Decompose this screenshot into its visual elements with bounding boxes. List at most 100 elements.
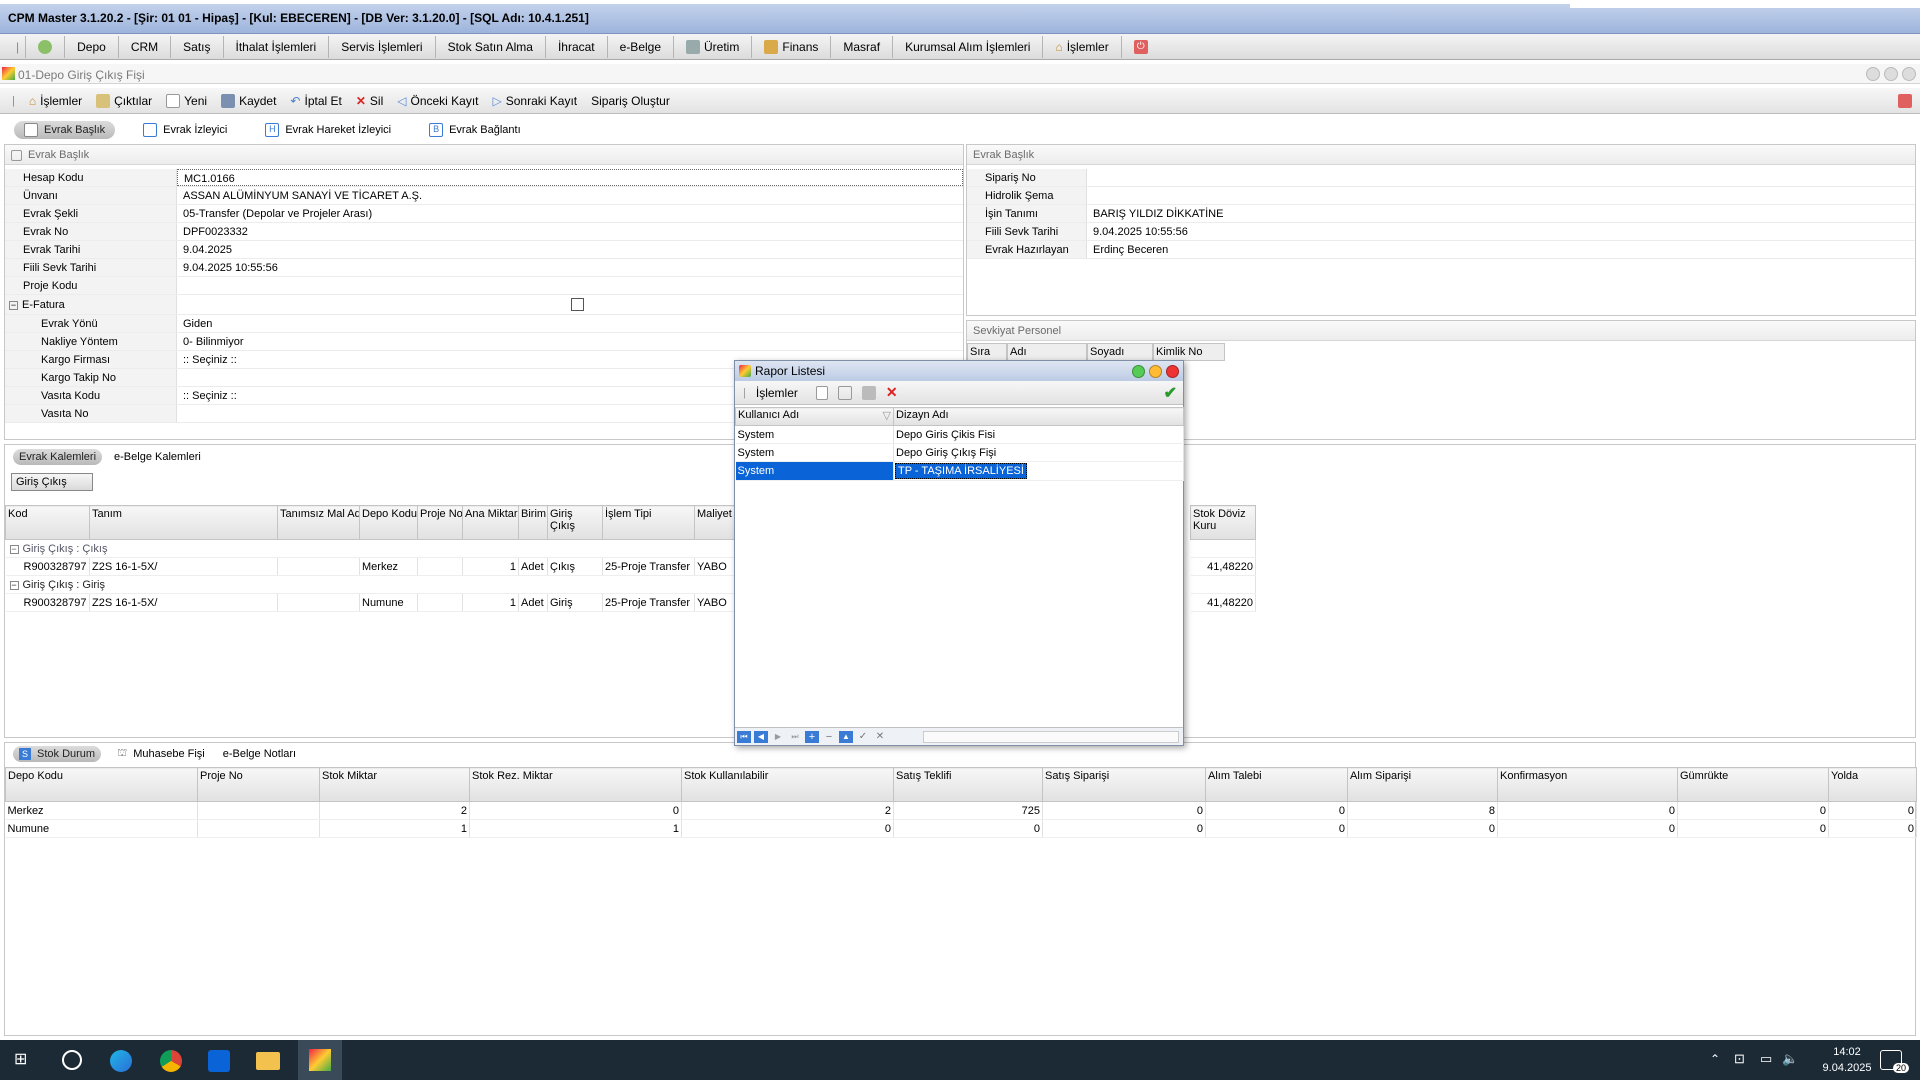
- cell[interactable]: 0: [681, 819, 894, 838]
- cell[interactable]: [277, 593, 360, 612]
- maximize-icon[interactable]: [1884, 67, 1898, 81]
- prop-value[interactable]: [177, 277, 963, 294]
- cell[interactable]: [197, 801, 320, 820]
- cell[interactable]: Merkez: [5, 801, 198, 820]
- cell[interactable]: Numune: [359, 593, 418, 612]
- cancel-record-icon[interactable]: ✕: [873, 731, 887, 743]
- col-konfirmasyon[interactable]: Konfirmasyon: [1497, 767, 1678, 802]
- cell[interactable]: 41,48220: [1190, 557, 1256, 576]
- col-alim-talebi[interactable]: Alım Talebi: [1205, 767, 1348, 802]
- col-stok-kullanilabilir[interactable]: Stok Kullanılabilir: [681, 767, 894, 802]
- outlook-icon[interactable]: [208, 1050, 230, 1072]
- cell[interactable]: [417, 557, 463, 576]
- preview-icon[interactable]: [837, 385, 852, 400]
- col-maliyet[interactable]: Maliyet: [694, 505, 737, 540]
- menu-ihracat[interactable]: İhracat: [546, 35, 608, 58]
- col-tanimsiz[interactable]: Tanımsız Mal Adı: [277, 505, 360, 540]
- menu-uretim[interactable]: Üretim: [674, 35, 753, 58]
- tab-evrak-hareket[interactable]: H Evrak Hareket İzleyici: [255, 121, 401, 139]
- cell-selected-edit[interactable]: TP - TAŞIMA İRSALİYESİ: [895, 463, 1027, 479]
- cell[interactable]: 0: [1828, 801, 1917, 820]
- report-row-selected[interactable]: System TP - TAŞIMA İRSALİYESİ: [735, 461, 1184, 481]
- tab-muhasebe-fisi[interactable]: ⛫ Muhasebe Fişi: [115, 745, 207, 763]
- prop-value[interactable]: 05-Transfer (Depolar ve Projeler Arası): [177, 205, 963, 222]
- menu-depo[interactable]: Depo: [65, 35, 119, 58]
- tray-volume-icon[interactable]: 🔈: [1782, 1051, 1798, 1067]
- cell[interactable]: 0: [1828, 819, 1917, 838]
- cell[interactable]: System: [735, 443, 894, 462]
- prop-evrak-sekli[interactable]: Evrak Şekli 05-Transfer (Depolar ve Proje…: [5, 205, 963, 223]
- toolbar-iptal-button[interactable]: ↶ İptal Et: [290, 94, 341, 108]
- add-record-icon[interactable]: +: [805, 730, 819, 743]
- col-stok-rez[interactable]: Stok Rez. Miktar: [469, 767, 682, 802]
- report-row[interactable]: System Depo Giris Çikis Fisi: [735, 425, 1184, 444]
- cell[interactable]: 25-Proje Transfer: [602, 557, 695, 576]
- windows-start-icon[interactable]: ⊞: [14, 1052, 30, 1068]
- collapse-icon[interactable]: −: [9, 301, 18, 310]
- cell[interactable]: 0: [1042, 801, 1206, 820]
- col-proje-no[interactable]: Proje No: [417, 505, 463, 540]
- prop-value[interactable]: MC1.0166: [177, 169, 963, 186]
- col-kimlik-no[interactable]: Kimlik No: [1153, 343, 1225, 361]
- cell[interactable]: 0: [893, 819, 1043, 838]
- prop-value[interactable]: [1087, 169, 1915, 186]
- prop-value[interactable]: 9.04.2025 10:55:56: [177, 259, 963, 276]
- col-dizayn-adi[interactable]: Dizayn Adı: [893, 407, 1184, 426]
- col-yolda[interactable]: Yolda: [1828, 767, 1917, 802]
- tab-evrak-kalemleri[interactable]: Evrak Kalemleri: [13, 449, 103, 465]
- toolbar-islemler-button[interactable]: ⌂ İşlemler: [29, 94, 82, 108]
- prop-value[interactable]: ASSAN ALÜMİNYUM SANAYİ VE TİCARET A.Ş.: [177, 187, 963, 204]
- cell[interactable]: System: [735, 425, 894, 444]
- menu-masraf[interactable]: Masraf: [831, 35, 894, 58]
- close-icon[interactable]: [1902, 67, 1916, 81]
- dialog-minimize-icon[interactable]: [1132, 364, 1145, 378]
- notifications-icon[interactable]: 20: [1880, 1050, 1909, 1073]
- prop-fiili-sevk[interactable]: Fiili Sevk Tarihi 9.04.2025 10:55:56: [5, 259, 963, 277]
- prop-value[interactable]: Giden: [177, 315, 963, 332]
- cell[interactable]: 1: [469, 819, 682, 838]
- confirm-icon[interactable]: ✔: [1164, 383, 1177, 403]
- col-islem-tipi[interactable]: İşlem Tipi: [602, 505, 695, 540]
- prop-unvani[interactable]: Ünvanı ASSAN ALÜMİNYUM SANAYİ VE TİCARET …: [5, 187, 963, 205]
- tray-clock[interactable]: 14:02 9.04.2025: [1812, 1044, 1882, 1076]
- edit-record-icon[interactable]: ▲: [839, 730, 853, 743]
- delete-icon[interactable]: ✕: [886, 384, 898, 401]
- group-row-cikis[interactable]: − Giriş Çıkış : Çıkış: [5, 539, 737, 558]
- cell[interactable]: 0: [1677, 801, 1829, 820]
- group-row-giris[interactable]: − Giriş Çıkış : Giriş: [5, 575, 737, 594]
- first-record-icon[interactable]: ⏮: [737, 730, 751, 743]
- toolbar-sil-button[interactable]: ✕ Sil: [356, 94, 383, 108]
- menu-ebelge[interactable]: e-Belge: [608, 35, 675, 58]
- prop-value[interactable]: BARIŞ YILDIZ DİKKATİNE: [1087, 205, 1915, 222]
- cell[interactable]: Z2S 16-1-5X/: [89, 593, 278, 612]
- cell[interactable]: 0: [1205, 819, 1348, 838]
- cell[interactable]: 1: [462, 557, 519, 576]
- prop-hesap-kodu[interactable]: Hesap Kodu MC1.0166: [5, 169, 963, 187]
- window-exit-icon[interactable]: [1898, 94, 1912, 108]
- toolbar-ciktilar-button[interactable]: Çıktılar: [96, 93, 152, 108]
- col-sira-no[interactable]: Sıra No: [967, 343, 1007, 374]
- menu-crm[interactable]: CRM: [119, 35, 172, 58]
- cell[interactable]: Depo Giriş Çıkış Fişi: [893, 443, 1184, 462]
- cell[interactable]: R900328797: [5, 593, 90, 612]
- col-depo-kodu[interactable]: Depo Kodu: [359, 505, 418, 540]
- menu-finans[interactable]: Finans: [752, 35, 832, 58]
- print-icon[interactable]: [861, 385, 876, 400]
- cell[interactable]: Giriş: [547, 593, 603, 612]
- table-row[interactable]: Merkez 2 0 2 725 0 0 8 0 0 0: [5, 801, 1917, 820]
- last-record-icon[interactable]: ⏭: [788, 731, 802, 743]
- cell[interactable]: 41,48220: [1190, 593, 1256, 612]
- col-proje-no[interactable]: Proje No: [197, 767, 320, 802]
- prop-nakliye[interactable]: Nakliye Yöntem 0- Bilinmiyor: [5, 333, 963, 351]
- prev-record-icon[interactable]: ◀: [754, 730, 768, 743]
- menu-satis[interactable]: Satış: [171, 35, 224, 58]
- efatura-group[interactable]: − E-Fatura: [5, 295, 177, 314]
- prop-isin-tanimi[interactable]: İşin Tanımı BARIŞ YILDIZ DİKKATİNE: [967, 205, 1915, 223]
- prop-evrak-no[interactable]: Evrak No DPF0023332: [5, 223, 963, 241]
- prop-proje-kodu[interactable]: Proje Kodu: [5, 277, 963, 295]
- tab-ebelge-kalemleri[interactable]: e-Belge Kalemleri: [112, 449, 203, 465]
- col-depo-kodu[interactable]: Depo Kodu: [5, 767, 198, 802]
- toolbar-siparis-button[interactable]: Sipariş Oluştur: [591, 94, 670, 108]
- cell[interactable]: Depo Giris Çikis Fisi: [893, 425, 1184, 444]
- new-icon[interactable]: [815, 385, 828, 400]
